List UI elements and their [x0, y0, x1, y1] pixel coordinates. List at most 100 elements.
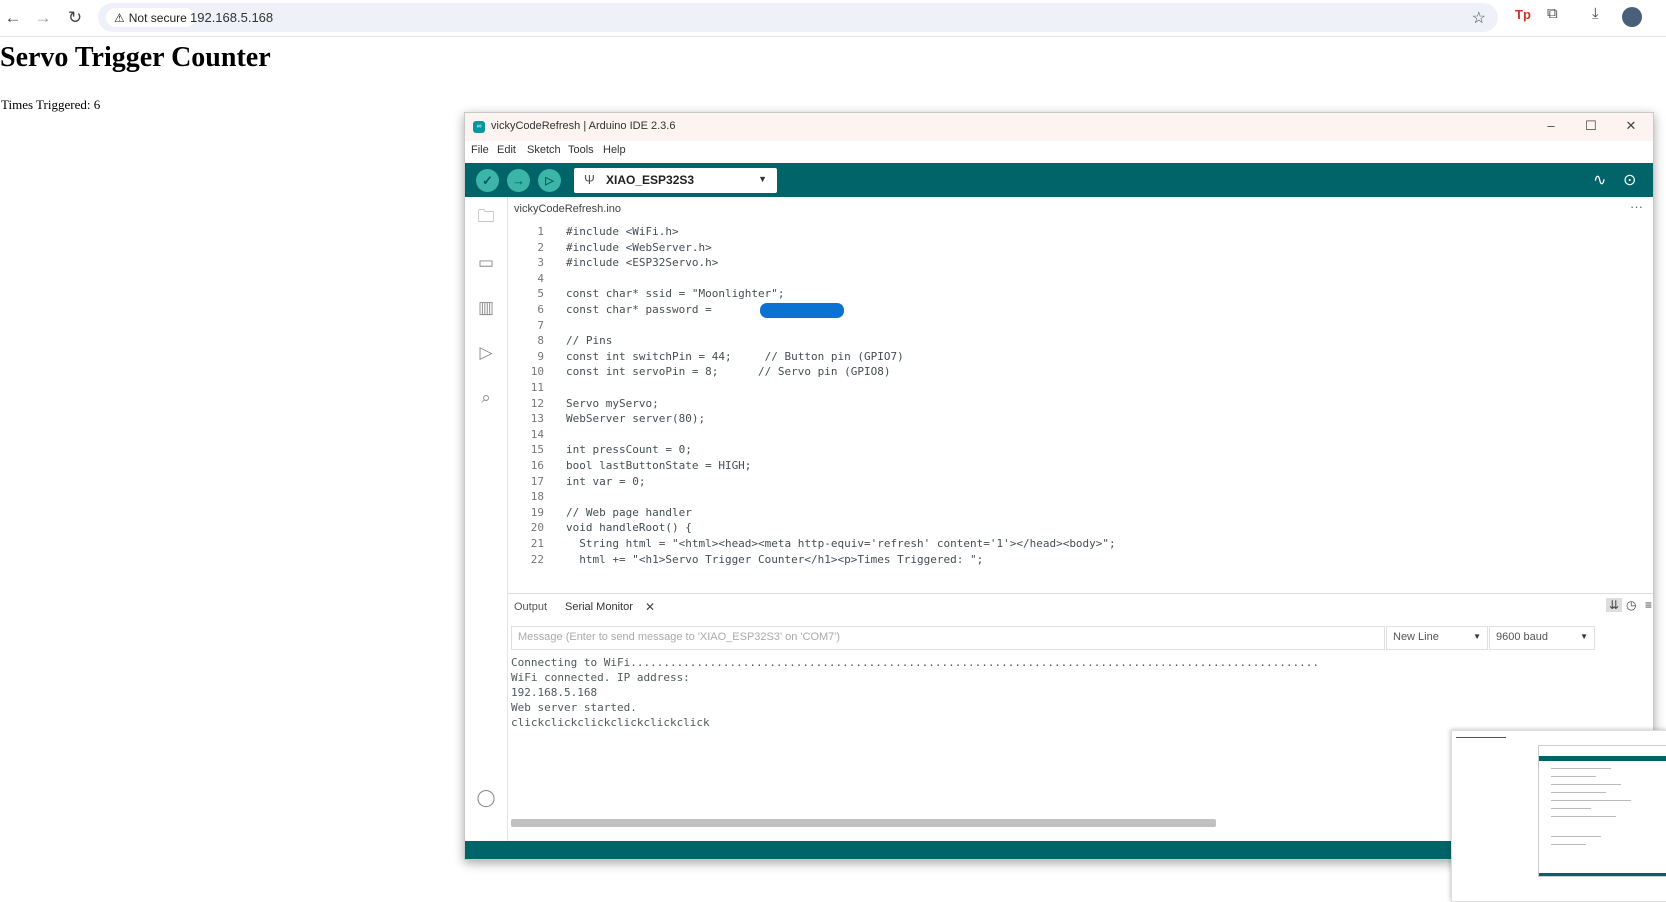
line-number: 1: [537, 225, 544, 238]
line-number: 6: [537, 303, 544, 316]
security-label: Not secure: [128, 10, 187, 25]
line-number: 7: [537, 318, 544, 332]
board-manager-icon[interactable]: ▭: [475, 252, 497, 274]
menu-edit[interactable]: Edit: [497, 144, 516, 156]
code-text: #include <WiFi.h>: [566, 225, 679, 238]
code-line: 20 void handleRoot() {: [508, 521, 1653, 537]
code-text: bool lastButtonState = HIGH;: [566, 459, 752, 472]
code-line: 22 html += "<h1>Servo Trigger Counter</h…: [508, 553, 1653, 569]
line-number: 14: [530, 427, 544, 441]
baud-select[interactable]: 9600 baud ▼: [1489, 626, 1595, 650]
line-number: 8: [537, 334, 544, 348]
code-line: 15 int pressCount = 0;: [508, 443, 1653, 459]
timestamp-icon[interactable]: ◷: [1626, 598, 1636, 612]
menu-help[interactable]: Help: [603, 144, 626, 156]
clear-output-icon[interactable]: ≡: [1645, 598, 1652, 612]
menu-file[interactable]: File: [471, 144, 489, 156]
page-title: Servo Trigger Counter: [0, 42, 271, 73]
window-titlebar[interactable]: ∞ vickyCodeRefresh | Arduino IDE 2.3.6 –…: [465, 113, 1653, 141]
code-text: const int servoPin = 8; // Servo pin (GP…: [566, 365, 891, 379]
code-text: // Pins: [566, 334, 613, 348]
maximize-icon[interactable]: ☐: [1579, 116, 1603, 136]
window-title: vickyCodeRefresh | Arduino IDE 2.3.6: [491, 120, 676, 132]
search-icon[interactable]: ⌕: [475, 387, 497, 409]
serial-message-input[interactable]: Message (Enter to send message to 'XIAO_…: [511, 626, 1385, 650]
extensions-icon[interactable]: ⧉: [1547, 5, 1558, 22]
serial-line: 192.168.5.168: [511, 686, 598, 699]
code-text: html += "<h1>Servo Trigger Counter</h1><…: [566, 552, 984, 566]
close-icon[interactable]: ✕: [1619, 116, 1643, 136]
profile-avatar[interactable]: [1622, 7, 1642, 27]
code-line: 1 #include <WiFi.h>: [508, 225, 1653, 241]
line-number: 5: [537, 287, 544, 301]
line-number: 15: [530, 443, 544, 457]
code-editor[interactable]: 1 #include <WiFi.h> 2 #include <WebServer.h…: [508, 221, 1653, 591]
back-arrow-icon[interactable]: ←: [1, 6, 25, 30]
menu-bar: File Edit Sketch Tools Help: [465, 141, 1653, 161]
chevron-down-icon: ▼: [1580, 632, 1588, 641]
menu-sketch[interactable]: Sketch: [527, 144, 561, 156]
upload-icon[interactable]: →: [507, 169, 530, 192]
file-tab[interactable]: vickyCodeRefresh.ino: [514, 203, 621, 215]
warning-icon: ⚠: [114, 10, 125, 25]
code-line: 11: [508, 381, 1653, 397]
serial-monitor-icon[interactable]: ⊙: [1623, 170, 1636, 190]
ide-toolbar: ✓ → ▷ Ψ XIAO_ESP32S3 ▼ ∿ ⊙: [465, 163, 1653, 197]
verify-icon[interactable]: ✓: [476, 169, 499, 192]
debug-sidebar-icon[interactable]: ▷: [475, 342, 497, 364]
address-bar[interactable]: ⚠ Not secure 192.168.5.168 ☆: [98, 3, 1498, 32]
baud-value: 9600 baud: [1496, 631, 1548, 643]
browser-toolbar: ← → ↻ ⚠ Not secure 192.168.5.168 ☆ Tp ⧉ …: [0, 0, 1666, 37]
account-icon[interactable]: ◯: [475, 787, 497, 809]
serial-plotter-icon[interactable]: ∿: [1593, 170, 1606, 190]
code-line: 3 #include <ESP32Servo.h>: [508, 256, 1653, 272]
download-icon[interactable]: ⤓: [1592, 5, 1599, 22]
window-preview-thumbnail[interactable]: [1451, 730, 1666, 902]
menu-tools[interactable]: Tools: [568, 144, 594, 156]
tab-serial-monitor[interactable]: Serial Monitor: [565, 601, 633, 613]
folder-icon[interactable]: 🗀: [475, 207, 497, 229]
code-line: 18: [508, 490, 1653, 506]
code-line: 17 int var = 0;: [508, 475, 1653, 491]
tp-extension-icon[interactable]: Tp: [1515, 7, 1531, 22]
forward-arrow-icon[interactable]: →: [31, 6, 55, 30]
line-number: 19: [530, 505, 544, 519]
code-line: 2 #include <WebServer.h>: [508, 241, 1653, 257]
code-text: void handleRoot() {: [566, 521, 692, 535]
line-number: 20: [530, 521, 544, 535]
code-text: int var = 0;: [566, 474, 646, 488]
line-number: 13: [530, 412, 544, 426]
code-line: 12 Servo myServo;: [508, 397, 1653, 413]
autoscroll-icon[interactable]: ⇊: [1606, 598, 1623, 612]
debug-icon[interactable]: ▷: [538, 169, 561, 192]
line-number: 12: [530, 396, 544, 410]
security-chip[interactable]: ⚠ Not secure: [106, 8, 195, 27]
line-number: 21: [530, 537, 544, 550]
library-icon[interactable]: ▥: [475, 297, 497, 319]
minimize-icon[interactable]: –: [1539, 116, 1563, 136]
code-line: 6 const char* password =: [508, 303, 1653, 319]
line-number: 4: [537, 271, 544, 285]
board-name: XIAO_ESP32S3: [606, 173, 695, 187]
code-text: #include <WebServer.h>: [566, 240, 712, 254]
chevron-down-icon: ▼: [758, 174, 767, 184]
usb-icon: Ψ: [584, 172, 595, 187]
line-ending-value: New Line: [1393, 631, 1439, 643]
code-text: // Web page handler: [566, 505, 692, 519]
board-selector[interactable]: Ψ XIAO_ESP32S3 ▼: [574, 168, 777, 193]
chevron-down-icon: ▼: [1473, 632, 1481, 641]
line-ending-select[interactable]: New Line ▼: [1386, 626, 1488, 650]
close-tab-icon[interactable]: ✕: [645, 600, 655, 614]
code-line: 14: [508, 428, 1653, 444]
code-line: 13 WebServer server(80);: [508, 412, 1653, 428]
horizontal-scrollbar[interactable]: [511, 819, 1216, 827]
arduino-app-icon: ∞: [473, 121, 485, 133]
tab-output[interactable]: Output: [514, 601, 547, 613]
more-icon[interactable]: ···: [1630, 199, 1643, 214]
code-line: 4: [508, 272, 1653, 288]
code-line: 19 // Web page handler: [508, 506, 1653, 522]
reload-icon[interactable]: ↻: [63, 6, 87, 30]
code-line: 9 const int switchPin = 44; // Button pin…: [508, 350, 1653, 366]
url-text[interactable]: 192.168.5.168: [190, 10, 273, 25]
star-icon[interactable]: ☆: [1472, 8, 1486, 28]
